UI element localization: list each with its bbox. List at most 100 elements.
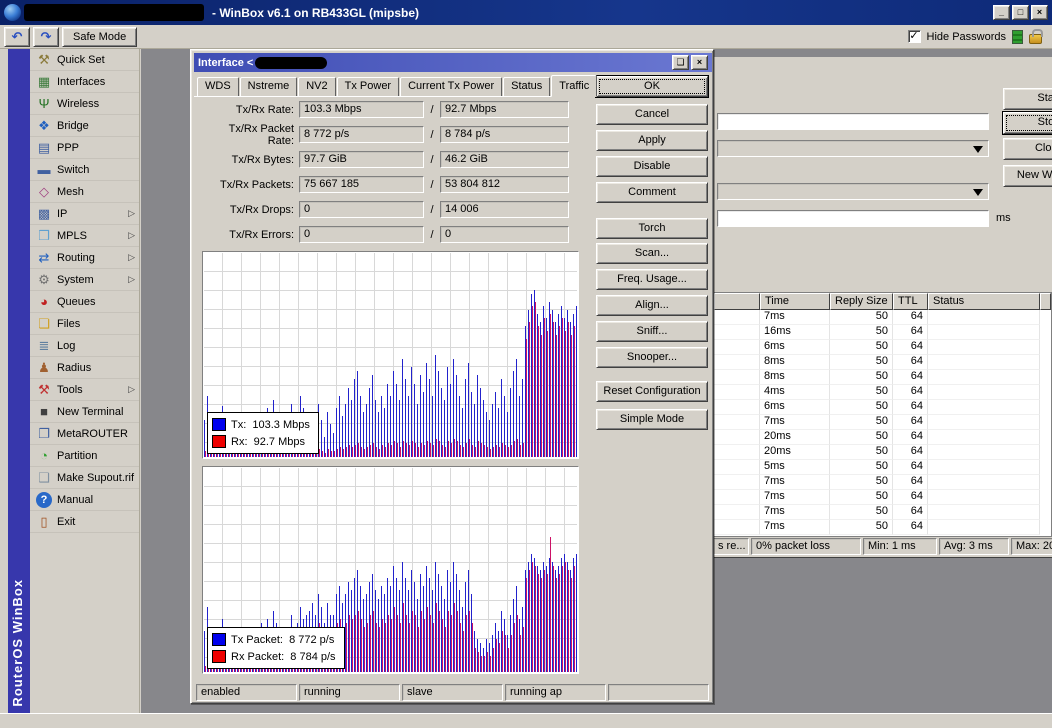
table-cell [928, 430, 1040, 445]
tab-current-tx-power[interactable]: Current Tx Power [400, 77, 502, 96]
table-row[interactable]: 6ms5064 [714, 340, 1051, 355]
table-cell [714, 370, 760, 385]
tab-tx-power[interactable]: Tx Power [337, 77, 399, 96]
table-cell: 50 [830, 415, 893, 430]
rx-bar [553, 566, 554, 672]
sidebar-item-exit[interactable]: ▯Exit [30, 511, 139, 533]
sidebar-item-metarouter[interactable]: ❐MetaROUTER [30, 423, 139, 445]
table-row[interactable]: 7ms5064 [714, 520, 1051, 535]
rx-bar [568, 322, 569, 457]
rx-bar [436, 439, 437, 457]
rx-bar [436, 603, 437, 672]
sniff--button[interactable]: Sniff... [596, 321, 708, 342]
table-row[interactable]: 20ms5064 [714, 445, 1051, 460]
ok-button[interactable]: OK [596, 76, 708, 97]
table-row[interactable]: 7ms5064 [714, 310, 1051, 325]
ping-arp-combobox[interactable] [717, 183, 989, 200]
column-header-time[interactable]: Time [760, 293, 830, 310]
comment-button[interactable]: Comment [596, 182, 708, 203]
sidebar-item-log[interactable]: ≣Log [30, 335, 139, 357]
table-row[interactable]: 7ms5064 [714, 505, 1051, 520]
align--button[interactable]: Align... [596, 295, 708, 316]
dialog-restore-button[interactable]: ❏ [672, 55, 689, 70]
sidebar-item-make-supout-rif[interactable]: ❑Make Supout.rif [30, 467, 139, 489]
table-row[interactable]: 8ms5064 [714, 355, 1051, 370]
table-row[interactable]: 7ms5064 [714, 490, 1051, 505]
column-header-blank[interactable] [714, 293, 760, 310]
ping-address-input[interactable] [717, 113, 989, 130]
sidebar-item-routing[interactable]: ⇄Routing▷ [30, 247, 139, 269]
table-row[interactable]: 6ms5064 [714, 400, 1051, 415]
rx-bar [415, 615, 416, 672]
column-header-ttl[interactable]: TTL [893, 293, 928, 310]
hide-passwords-checkbox[interactable]: ✓ [908, 30, 921, 43]
sidebar-item-quick-set[interactable]: ⚒Quick Set [30, 49, 139, 71]
tab-traffic[interactable]: Traffic [551, 75, 597, 97]
sidebar-item-ip[interactable]: ▩IP▷ [30, 203, 139, 225]
apply-button[interactable]: Apply [596, 130, 708, 151]
column-header-status[interactable]: Status [928, 293, 1040, 310]
tab-nv2[interactable]: NV2 [298, 77, 335, 96]
sidebar-item-bridge[interactable]: ❖Bridge [30, 115, 139, 137]
cancel-button[interactable]: Cancel [596, 104, 708, 125]
reset-configuration-button[interactable]: Reset Configuration [596, 381, 708, 402]
safe-mode-button[interactable]: Safe Mode [62, 27, 137, 47]
sidebar-item-mpls[interactable]: ❒MPLS▷ [30, 225, 139, 247]
rx-bar [379, 627, 380, 672]
sidebar-item-radius[interactable]: ♟Radius [30, 357, 139, 379]
sidebar-item-mesh[interactable]: ◇Mesh [30, 181, 139, 203]
table-row[interactable]: 7ms5064 [714, 475, 1051, 490]
table-cell: 7ms [760, 415, 830, 430]
rx-bar [376, 623, 377, 672]
snooper--button[interactable]: Snooper... [596, 347, 708, 368]
chevron-down-icon[interactable] [973, 189, 983, 201]
sidebar-item-switch[interactable]: ▬Switch [30, 159, 139, 181]
table-row[interactable]: 20ms5064 [714, 430, 1051, 445]
sidebar-item-system[interactable]: ⚙System▷ [30, 269, 139, 291]
table-cell: 64 [893, 325, 928, 340]
scan--button[interactable]: Scan... [596, 243, 708, 264]
stop-button[interactable]: Stop [1003, 112, 1052, 134]
close-button[interactable]: Close [1003, 138, 1052, 160]
tab-nstreme[interactable]: Nstreme [240, 77, 298, 96]
redo-button[interactable]: ↷ [33, 27, 59, 47]
disable-button[interactable]: Disable [596, 156, 708, 177]
tab-wds[interactable]: WDS [197, 77, 239, 96]
rx-bar [478, 652, 479, 672]
close-button[interactable]: × [1031, 5, 1048, 20]
sidebar-item-wireless[interactable]: ΨWireless [30, 93, 139, 115]
freq-usage--button[interactable]: Freq. Usage... [596, 269, 708, 290]
maximize-button[interactable]: □ [1012, 5, 1029, 20]
tab-status[interactable]: Status [503, 77, 550, 96]
column-header-reply-size[interactable]: Reply Size [830, 293, 893, 310]
ping-interface-combobox[interactable] [717, 140, 989, 157]
sidebar-item-tools[interactable]: ⚒Tools▷ [30, 379, 139, 401]
torch-button[interactable]: Torch [596, 218, 708, 239]
rx-bar [472, 445, 473, 457]
table-row[interactable]: 5ms5064 [714, 460, 1051, 475]
rx-bar [367, 623, 368, 672]
table-cell [928, 325, 1040, 340]
chevron-down-icon[interactable] [973, 146, 983, 158]
sidebar-item-queues[interactable]: ◕Queues [30, 291, 139, 313]
new-window-button[interactable]: New Window [1003, 165, 1052, 187]
rx-bar [361, 447, 362, 457]
table-row[interactable]: 8ms5064 [714, 370, 1051, 385]
ping-interval-input[interactable] [717, 210, 989, 227]
minimize-button[interactable]: _ [993, 5, 1010, 20]
table-cell: 64 [893, 340, 928, 355]
table-row[interactable]: 7ms5064 [714, 415, 1051, 430]
table-row[interactable]: 16ms5064 [714, 325, 1051, 340]
sidebar-item-partition[interactable]: ◔Partition [30, 445, 139, 467]
sidebar-item-label: New Terminal [57, 406, 123, 418]
sidebar-item-interfaces[interactable]: ▦Interfaces [30, 71, 139, 93]
sidebar-item-manual[interactable]: ?Manual [30, 489, 139, 511]
sidebar-item-new-terminal[interactable]: ■New Terminal [30, 401, 139, 423]
simple-mode-button[interactable]: Simple Mode [596, 409, 708, 430]
start-button[interactable]: Start [1003, 88, 1052, 110]
sidebar-item-files[interactable]: ❏Files [30, 313, 139, 335]
table-row[interactable]: 4ms5064 [714, 385, 1051, 400]
dialog-close-button[interactable]: × [691, 55, 708, 70]
undo-button[interactable]: ↶ [4, 27, 30, 47]
sidebar-item-ppp[interactable]: ▤PPP [30, 137, 139, 159]
